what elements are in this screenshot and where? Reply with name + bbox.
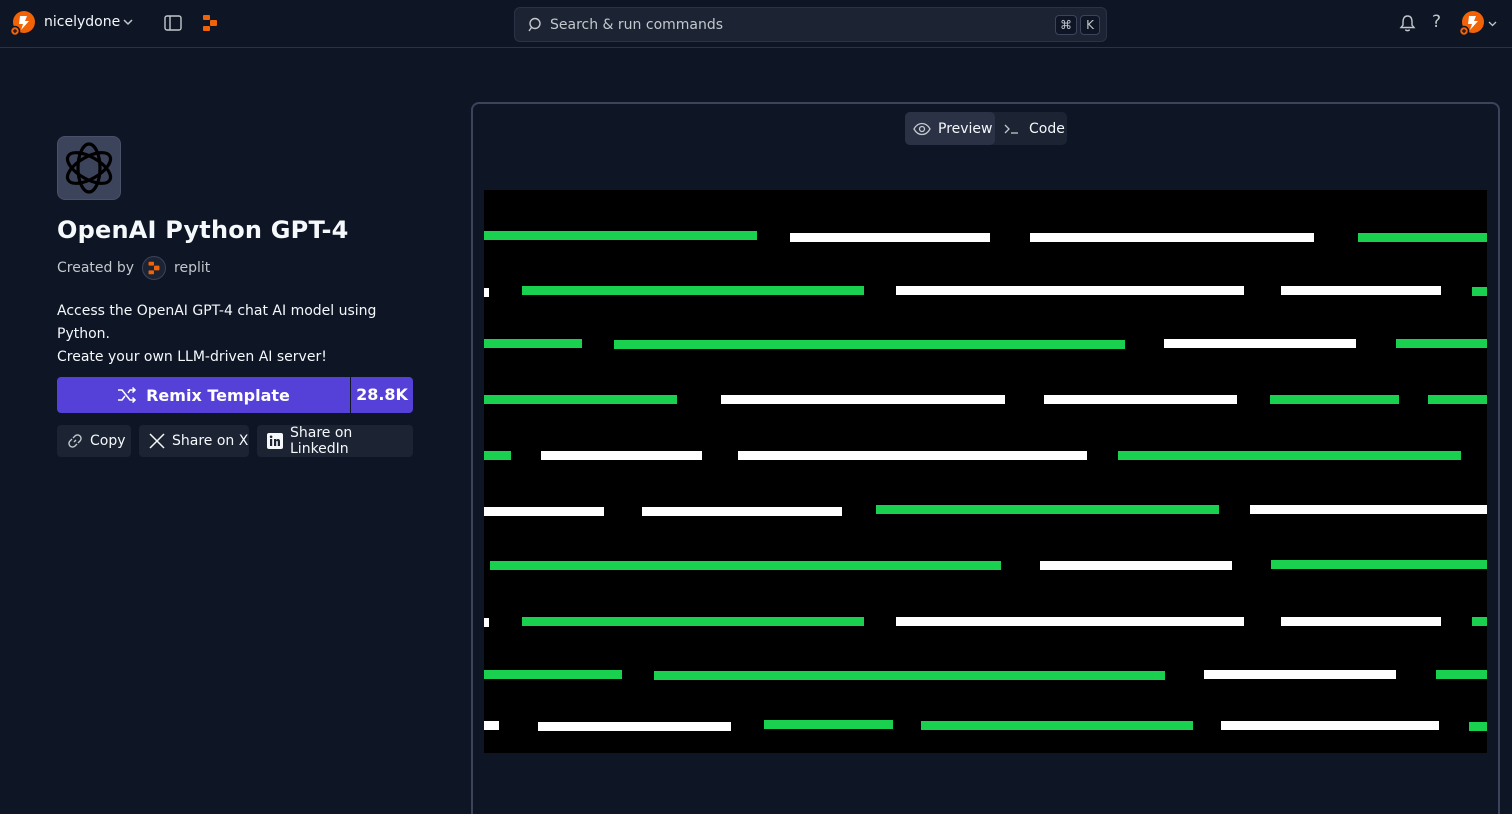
author-name-link[interactable]: replit [174, 260, 210, 276]
white-stripe [642, 507, 842, 516]
remix-count-badge[interactable]: 28.8K [351, 377, 413, 413]
green-stripe [921, 721, 1193, 730]
white-stripe [484, 288, 489, 297]
green-stripe [1271, 560, 1487, 569]
preview-canvas [484, 190, 1487, 753]
green-stripe [522, 286, 864, 295]
green-stripe [522, 617, 864, 626]
share-on-linkedin-button[interactable]: Share on LinkedIn [257, 425, 413, 457]
share-linkedin-label: Share on LinkedIn [290, 425, 353, 457]
white-stripe [1221, 721, 1439, 730]
white-stripe [1044, 395, 1237, 404]
link-icon [68, 434, 82, 448]
share-on-x-button[interactable]: Share on X [139, 425, 249, 457]
user-avatar-icon[interactable] [10, 10, 36, 36]
username-label[interactable]: nicelydone [44, 14, 120, 30]
green-stripe [1469, 722, 1487, 731]
green-stripe [876, 505, 1219, 514]
green-stripe [1396, 339, 1487, 348]
view-toggle: Preview Code [905, 112, 1067, 145]
copy-link-button[interactable]: Copy [57, 425, 131, 457]
tab-code[interactable]: Code [998, 112, 1067, 145]
green-stripe [1436, 670, 1487, 679]
green-stripe [1472, 287, 1487, 296]
replit-logo-icon [148, 261, 160, 275]
description-line: Create your own LLM-driven AI server! [57, 349, 327, 365]
white-stripe [896, 286, 1244, 295]
remix-template-label: Remix Template [146, 385, 290, 405]
remix-template-button[interactable]: Remix Template [57, 377, 350, 413]
search-placeholder: Search & run commands [550, 17, 724, 33]
linkedin-logo-icon [267, 433, 283, 449]
green-stripe [484, 451, 511, 460]
author-avatar[interactable] [142, 256, 167, 280]
green-stripe [764, 720, 893, 729]
share-x-label: Share on X [172, 433, 249, 449]
copy-label: Copy [90, 433, 126, 449]
chevron-down-icon[interactable] [122, 16, 134, 28]
green-stripe [490, 561, 1001, 570]
white-stripe [1281, 286, 1441, 295]
white-stripe [721, 395, 1005, 404]
white-stripe [1040, 561, 1232, 570]
white-stripe [896, 617, 1244, 626]
created-by-label: Created by [57, 260, 135, 276]
eye-icon [913, 122, 931, 135]
white-stripe [1250, 505, 1487, 514]
white-stripe [738, 451, 1087, 460]
tab-preview[interactable]: Preview [905, 112, 995, 145]
white-stripe [538, 722, 731, 731]
help-icon[interactable]: ? [1432, 12, 1441, 32]
white-stripe [484, 507, 604, 516]
white-stripe [790, 233, 990, 242]
template-description: Access the OpenAI GPT-4 chat AI model us… [57, 300, 417, 369]
template-title: OpenAI Python GPT-4 [57, 216, 349, 244]
white-stripe [484, 721, 499, 730]
white-stripe [1164, 339, 1356, 348]
tab-preview-label: Preview [938, 120, 993, 137]
green-stripe [1270, 395, 1399, 404]
shortcut-cmd-key: ⌘ [1055, 15, 1077, 35]
terminal-icon [1004, 124, 1018, 134]
green-stripe [1118, 451, 1461, 460]
template-icon [57, 136, 121, 200]
chevron-down-icon[interactable] [1488, 19, 1497, 28]
description-line: Access the OpenAI GPT-4 chat AI model us… [57, 303, 377, 342]
green-stripe [614, 340, 1125, 349]
sidebar-toggle-icon[interactable] [164, 15, 182, 31]
green-stripe [654, 671, 1165, 680]
preview-panel: Preview Code [471, 102, 1500, 814]
bell-icon[interactable] [1399, 14, 1416, 32]
white-stripe [484, 618, 489, 627]
shuffle-icon [118, 387, 137, 403]
openai-logo-icon [65, 142, 113, 194]
green-stripe [484, 231, 757, 240]
search-command-bar[interactable]: Search & run commands ⌘ K [514, 7, 1107, 42]
white-stripe [1281, 617, 1441, 626]
white-stripe [1204, 670, 1396, 679]
top-bar: nicelydone Search & run commands ⌘ K ? [0, 0, 1512, 48]
shortcut-k-key: K [1080, 15, 1100, 35]
green-stripe [484, 339, 582, 348]
green-stripe [484, 670, 622, 679]
account-avatar-icon[interactable] [1459, 10, 1485, 36]
green-stripe [1358, 233, 1487, 242]
green-stripe [1472, 617, 1487, 626]
replit-logo-icon[interactable] [201, 14, 219, 32]
green-stripe [1428, 395, 1487, 404]
x-logo-icon [149, 433, 165, 449]
tab-code-label: Code [1029, 120, 1065, 137]
search-icon [528, 17, 541, 32]
white-stripe [541, 451, 702, 460]
created-by-row: Created by replit [57, 256, 210, 280]
white-stripe [1030, 233, 1314, 242]
green-stripe [484, 395, 677, 404]
